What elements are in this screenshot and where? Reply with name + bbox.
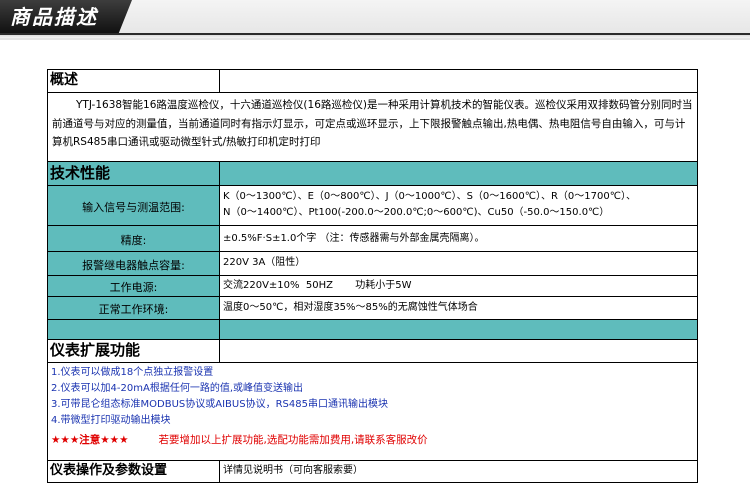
overview-header-row: 概述 (48, 70, 697, 93)
spec-row-environment: 正常工作环境: 温度0～50℃，相对湿度35%～85%的无腐蚀性气体场合 (48, 297, 697, 320)
spec-value-relay: 220V 3A（阻性） (223, 257, 306, 268)
spec-row-input: 输入信号与测温范围: K（0～1300℃）、E（0～800℃）、J（0～1000… (48, 186, 697, 226)
section-banner: 商品描述 (0, 0, 750, 40)
extension-item-4: 4.带微型打印驱动输出模块 (51, 415, 171, 426)
spec-value-input-line2: N（0～1400℃）、Pt100(-200.0～200.0℃;0～600℃)、C… (223, 207, 610, 218)
extension-item-3: 3.可带昆仑组态标准MODBUS协议或AIBUS协议，RS485串口通讯输出模块 (51, 399, 388, 410)
operation-row: 仪表操作及参数设置 详情见说明书（可向客服索要） (48, 461, 697, 482)
spec-value-power: 交流220V±10% 50HZ 功耗小于5W (223, 280, 412, 291)
extension-item-1: 1.仪表可以做成18个点独立报警设置 (51, 367, 214, 378)
operation-value: 详情见说明书（可向客服索要） (223, 465, 363, 476)
extension-list: 1.仪表可以做成18个点独立报警设置 2.仪表可以加4-20mA根据任何一路的值… (48, 363, 697, 429)
overview-text-row: YTJ-1638智能16路温度巡检仪，十六通道巡检仪(16路巡检仪)是一种采用计… (48, 93, 697, 162)
spec-value-environment: 温度0～50℃，相对湿度35%～85%的无腐蚀性气体场合 (223, 302, 478, 313)
overview-header: 概述 (50, 72, 78, 88)
extension-list-row: 1.仪表可以做成18个点独立报警设置 2.仪表可以加4-20mA根据任何一路的值… (48, 363, 697, 461)
banner-shadow (0, 35, 750, 38)
spec-label-relay: 报警继电器触点容量: (82, 259, 185, 272)
spec-label-input: 输入信号与测温范围: (82, 201, 185, 214)
tech-header: 技术性能 (50, 164, 111, 182)
extension-header: 仪表扩展功能 (50, 341, 141, 359)
spec-sheet: 概述 YTJ-1638智能16路温度巡检仪，十六通道巡检仪(16路巡检仪)是一种… (47, 69, 698, 483)
spec-label-environment: 正常工作环境: (98, 303, 169, 316)
spec-row-accuracy: 精度: ±0.5%F·S±1.0个字 （注：传感器需与外部金属壳隔离）。 (48, 226, 697, 252)
spec-label-accuracy: 精度: (120, 234, 147, 247)
spec-value-input-line1: K（0～1300℃）、E（0～800℃）、J（0～1000℃）、S（0～1600… (223, 191, 636, 202)
overview-text: YTJ-1638智能16路温度巡检仪，十六通道巡检仪(16路巡检仪)是一种采用计… (52, 99, 693, 148)
tech-spacer-row (48, 320, 697, 340)
spec-label-power: 工作电源: (109, 281, 158, 294)
spec-value-accuracy: ±0.5%F·S±1.0个字 （注：传感器需与外部金属壳隔离）。 (223, 233, 485, 244)
spec-row-power: 工作电源: 交流220V±10% 50HZ 功耗小于5W (48, 276, 697, 297)
operation-header: 仪表操作及参数设置 (50, 463, 168, 478)
banner-title: 商品描述 (10, 5, 98, 29)
spec-row-relay: 报警继电器触点容量: 220V 3A（阻性） (48, 252, 697, 276)
extension-note-text: 若要增加以上扩展功能,选配功能需加费用,请联系客服改价 (158, 434, 428, 446)
extension-header-row: 仪表扩展功能 (48, 340, 697, 363)
attention-stars: ★★★注意★★★ (51, 434, 129, 446)
extension-note: ★★★注意★★★ 若要增加以上扩展功能,选配功能需加费用,请联系客服改价 (48, 429, 697, 447)
tech-header-row: 技术性能 (48, 162, 697, 186)
extension-item-2: 2.仪表可以加4-20mA根据任何一路的值,或峰值变送输出 (51, 383, 303, 394)
